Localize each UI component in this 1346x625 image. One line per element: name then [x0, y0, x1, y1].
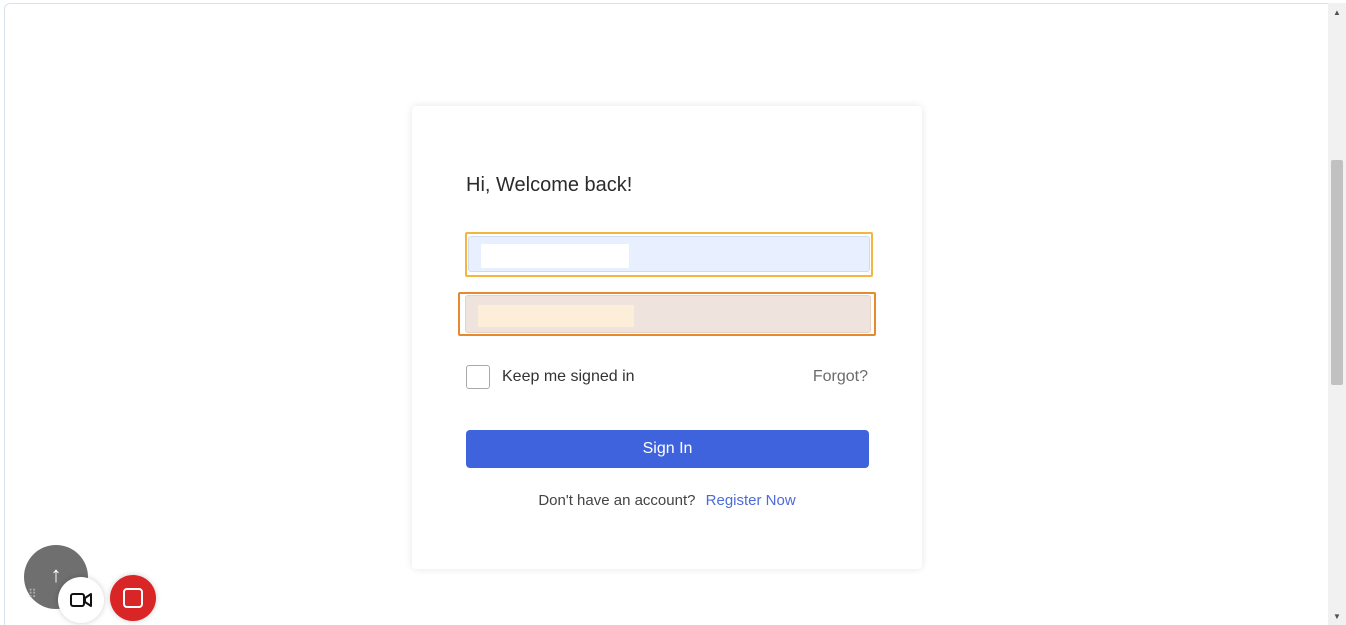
drag-handle-icon[interactable]: ⠿ [28, 587, 37, 601]
sign-in-button[interactable]: Sign In [466, 430, 869, 468]
login-title: Hi, Welcome back! [466, 174, 633, 196]
vertical-scrollbar[interactable]: ▲ ▼ [1328, 3, 1346, 625]
username-redaction [481, 244, 629, 268]
keep-signed-in-row[interactable]: Keep me signed in [466, 365, 635, 389]
scroll-thumb[interactable] [1331, 160, 1343, 385]
camera-toggle-button[interactable] [58, 577, 104, 623]
register-row: Don't have an account? Register Now [412, 492, 922, 509]
keep-signed-in-label[interactable]: Keep me signed in [502, 368, 635, 386]
register-now-link[interactable]: Register Now [706, 492, 796, 509]
scroll-down-arrow-icon[interactable]: ▼ [1328, 611, 1346, 623]
scroll-up-arrow-icon[interactable]: ▲ [1328, 7, 1346, 19]
forgot-password-link[interactable]: Forgot? [813, 368, 868, 386]
register-prompt: Don't have an account? [538, 492, 696, 509]
stop-recording-button[interactable] [110, 575, 156, 621]
stop-icon [123, 588, 143, 608]
recorder-widget: ↑ ⠿ [24, 545, 164, 625]
keep-signed-in-checkbox[interactable] [466, 365, 490, 389]
password-field[interactable] [465, 295, 871, 333]
password-redaction [478, 305, 634, 327]
login-card: Hi, Welcome back! Keep me signed in Forg… [412, 106, 922, 569]
video-camera-icon [70, 593, 92, 607]
username-field[interactable] [468, 236, 870, 272]
